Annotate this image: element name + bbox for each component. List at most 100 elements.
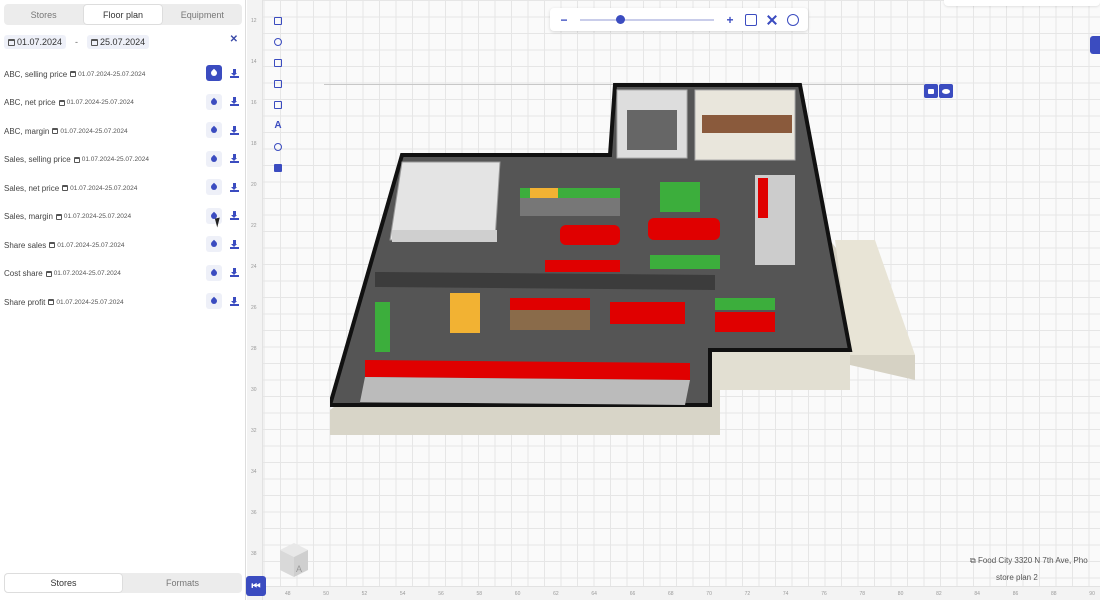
- drop-icon: [209, 125, 219, 135]
- ruler-tick: 66: [629, 591, 636, 597]
- top-right-panel: [944, 0, 1100, 6]
- heatmap-toggle-button[interactable]: [206, 264, 222, 281]
- heatmap-toggle-button[interactable]: [206, 65, 222, 81]
- view-cube-icon[interactable]: A: [276, 540, 312, 580]
- store-info-text: Food City 3320 N 7th Ave, Pho: [977, 556, 1088, 565]
- heatmap-toggle-button[interactable]: [206, 150, 222, 167]
- download-button[interactable]: [226, 236, 242, 252]
- tools-icon[interactable]: [766, 14, 778, 26]
- zoom-out-button[interactable]: −: [558, 13, 570, 27]
- metric-row: Sales, selling price 01.07.2024-25.07.20…: [4, 146, 244, 175]
- shape-tool-button[interactable]: [268, 157, 288, 178]
- tab-equipment[interactable]: Equipment: [163, 4, 242, 25]
- date-range-filter: 01.07.2024 - 25.07.2024 ✕: [4, 34, 242, 50]
- metric-label: Share sales: [4, 240, 47, 250]
- heatmap-toggle-button[interactable]: [206, 122, 222, 138]
- download-button[interactable]: [226, 208, 242, 224]
- download-button[interactable]: [226, 65, 242, 81]
- ruler-tick: 12: [251, 18, 257, 24]
- metric-label: Sales, margin: [4, 212, 53, 222]
- layer-controls: [924, 84, 953, 98]
- shelf-red: [648, 218, 720, 240]
- visibility-button[interactable]: [939, 84, 953, 98]
- download-button[interactable]: [226, 94, 242, 110]
- brush-tool-button[interactable]: [268, 136, 288, 157]
- metric-date-range: 01.07.2024-25.07.2024: [48, 299, 124, 306]
- store-3d-floor-plan[interactable]: [330, 80, 920, 440]
- ruler-tick: 62: [553, 591, 559, 597]
- bottom-tabs: Stores Formats: [4, 573, 242, 593]
- print-button[interactable]: [268, 94, 288, 115]
- tab-bottom-stores[interactable]: Stores: [4, 573, 123, 593]
- metric-range-text: 01.07.2024-25.07.2024: [66, 99, 134, 107]
- date-to-field[interactable]: 25.07.2024: [87, 35, 150, 49]
- ruler-tick: 76: [821, 591, 827, 597]
- settings-gear-icon[interactable]: [787, 13, 799, 26]
- drop-icon: [209, 239, 219, 249]
- tab-formats[interactable]: Formats: [123, 573, 242, 593]
- text-tool-button[interactable]: A: [268, 115, 288, 136]
- ruler-tick: 54: [399, 591, 406, 597]
- metric-range-text: 01.07.2024-25.07.2024: [57, 241, 125, 249]
- ruler-tick: 34: [251, 469, 257, 475]
- lock-button[interactable]: [924, 84, 938, 98]
- ruler-tick: 14: [251, 59, 257, 65]
- ruler-tick: 30: [251, 387, 257, 393]
- shelf-red: [610, 302, 685, 324]
- save-icon: [274, 16, 282, 25]
- calendar-icon: [58, 99, 65, 106]
- storage-room: [389, 161, 501, 241]
- download-button[interactable]: [226, 265, 242, 281]
- metric-date-range: 01.07.2024-25.07.2024: [49, 242, 124, 249]
- heatmap-toggle-button[interactable]: [206, 179, 222, 195]
- zoom-in-button[interactable]: +: [724, 13, 736, 27]
- shelf-green: [650, 255, 720, 269]
- ruler-tick: 70: [706, 591, 712, 597]
- zoom-slider-knob[interactable]: [616, 14, 626, 24]
- heatmap-toggle-button[interactable]: [206, 236, 222, 252]
- shelf-yellow: [450, 293, 480, 333]
- metric-label: Share profit: [4, 297, 46, 307]
- download-icon: [229, 125, 239, 135]
- metric-date-range: 01.07.2024-25.07.2024: [73, 156, 149, 163]
- metric-label: ABC, margin: [4, 126, 50, 136]
- date-from-field[interactable]: 01.07.2024: [4, 35, 67, 49]
- lock-icon: [928, 88, 934, 94]
- metric-row: ABC, net price 01.07.2024-25.07.2024: [4, 89, 244, 118]
- export-button[interactable]: [268, 52, 288, 73]
- heatmap-toggle-button[interactable]: [206, 93, 222, 110]
- cube-label: A: [296, 564, 302, 574]
- save-button[interactable]: [268, 10, 288, 31]
- right-panel-toggle-button[interactable]: [1090, 36, 1100, 54]
- ruler-tick: 80: [897, 591, 904, 597]
- front-fridges: [360, 377, 690, 405]
- tab-floor-plan[interactable]: Floor plan: [83, 4, 163, 25]
- download-icon: [229, 68, 239, 78]
- metric-row: Share sales 01.07.2024-25.07.2024: [4, 231, 244, 260]
- drop-icon: [209, 296, 219, 306]
- copy-button[interactable]: [268, 73, 288, 94]
- drop-icon: [209, 68, 219, 78]
- download-button[interactable]: [226, 122, 242, 138]
- heatmap-toggle-button[interactable]: [206, 293, 222, 309]
- ruler-tick: 82: [936, 591, 942, 597]
- clear-dates-icon[interactable]: ✕: [230, 34, 238, 45]
- collapse-panel-button[interactable]: ⏮: [246, 576, 266, 596]
- download-button[interactable]: [226, 293, 242, 309]
- ruler-tick: 20: [251, 182, 257, 188]
- top-tabs: Stores Floor plan Equipment: [4, 4, 242, 25]
- download-button[interactable]: [226, 179, 242, 195]
- metric-label: ABC, net price: [4, 98, 56, 108]
- download-icon: [229, 211, 239, 220]
- zoom-slider[interactable]: [580, 14, 714, 24]
- tab-stores[interactable]: Stores: [4, 4, 83, 25]
- search-button[interactable]: [268, 31, 288, 52]
- ruler-tick: 72: [744, 591, 751, 597]
- storage-wall: [392, 230, 497, 242]
- ruler-tick: 86: [1012, 591, 1019, 597]
- calendar-icon: [45, 270, 52, 277]
- download-button[interactable]: [226, 151, 242, 167]
- metric-row: Share profit 01.07.2024-25.07.2024: [4, 288, 244, 317]
- left-panel: Stores Floor plan Equipment 01.07.2024 -…: [0, 0, 246, 600]
- fit-screen-icon[interactable]: [745, 13, 757, 26]
